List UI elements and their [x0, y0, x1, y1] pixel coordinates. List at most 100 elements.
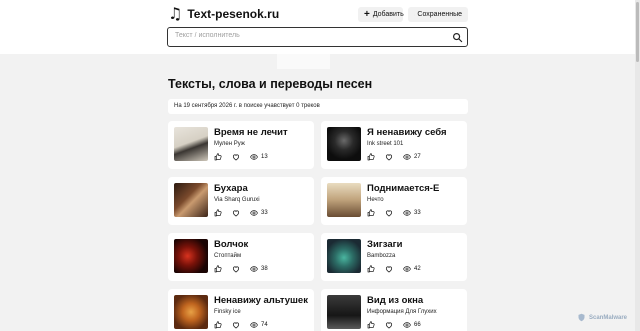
- song-cover-image[interactable]: [327, 239, 361, 273]
- song-actions: 27: [367, 153, 421, 161]
- like-icon[interactable]: [214, 153, 222, 161]
- song-title[interactable]: Я ненавижу себя: [367, 127, 447, 138]
- favorite-heart-icon[interactable]: [385, 209, 393, 217]
- song-title[interactable]: Время не лечит: [214, 127, 288, 138]
- site-header: ♫ Text-pesenok.ru + Добавить Сохраненные: [0, 0, 640, 54]
- song-actions: 66: [367, 321, 421, 329]
- song-card[interactable]: Ненавижу альтушек Finsky ice 74: [168, 289, 314, 331]
- favorite-heart-icon[interactable]: [385, 321, 393, 329]
- shield-icon: [578, 313, 585, 322]
- eye-icon: [250, 209, 258, 217]
- song-card[interactable]: Вид из окна Информация Для Глухих 66: [321, 289, 467, 331]
- song-card[interactable]: Волчок Стоптайм 38: [168, 233, 314, 281]
- site-logo[interactable]: ♫ Text-pesenok.ru: [168, 4, 280, 23]
- like-icon[interactable]: [367, 153, 375, 161]
- views-count: 74: [261, 322, 268, 328]
- views-counter: 38: [250, 265, 268, 273]
- music-note-icon: ♫: [168, 4, 183, 23]
- like-icon[interactable]: [367, 209, 375, 217]
- song-actions: 33: [367, 209, 421, 217]
- song-actions: 13: [214, 153, 268, 161]
- views-counter: 13: [250, 153, 268, 161]
- views-counter: 33: [403, 209, 421, 217]
- header-tab-strip: [277, 54, 330, 69]
- views-counter: 33: [250, 209, 268, 217]
- like-icon[interactable]: [214, 209, 222, 217]
- song-card[interactable]: Поднимается-Е Нечто 33: [321, 177, 467, 225]
- eye-icon: [403, 265, 411, 273]
- views-count: 38: [261, 266, 268, 272]
- song-artist[interactable]: Ink street 101: [367, 141, 403, 147]
- song-title[interactable]: Вид из окна: [367, 295, 423, 306]
- eye-icon: [250, 265, 258, 273]
- song-artist[interactable]: Bambozza: [367, 253, 395, 259]
- search-bar: [167, 27, 468, 47]
- song-actions: 74: [214, 321, 268, 329]
- favorite-heart-icon[interactable]: [232, 153, 240, 161]
- site-logo-text: Text-pesenok.ru: [187, 7, 280, 21]
- favorite-heart-icon[interactable]: [232, 209, 240, 217]
- song-actions: 38: [214, 265, 268, 273]
- scanmalware-watermark: ScanMalware: [577, 313, 627, 322]
- views-count: 27: [414, 154, 421, 160]
- views-counter: 74: [250, 321, 268, 329]
- search-input[interactable]: [175, 32, 445, 39]
- song-artist[interactable]: Мулен Руж: [214, 141, 245, 147]
- like-icon[interactable]: [214, 321, 222, 329]
- like-icon[interactable]: [214, 265, 222, 273]
- song-cover-image[interactable]: [174, 295, 208, 329]
- song-cover-image[interactable]: [327, 127, 361, 161]
- views-counter: 42: [403, 265, 421, 273]
- like-icon[interactable]: [367, 321, 375, 329]
- song-artist[interactable]: Нечто: [367, 197, 384, 203]
- song-artist[interactable]: Via Sharq Guruxi: [214, 197, 260, 203]
- song-card[interactable]: Время не лечит Мулен Руж 13: [168, 121, 314, 169]
- favorite-heart-icon[interactable]: [385, 265, 393, 273]
- song-card[interactable]: Бухара Via Sharq Guruxi 33: [168, 177, 314, 225]
- views-count: 13: [261, 154, 268, 160]
- tracks-info-bar: На 19 сентября 2026 г. в поиске учавству…: [168, 99, 468, 114]
- song-cover-image[interactable]: [174, 239, 208, 273]
- like-icon[interactable]: [367, 265, 375, 273]
- page-title: Тексты, слова и переводы песен: [168, 77, 373, 91]
- song-cover-image[interactable]: [174, 127, 208, 161]
- song-title[interactable]: Волчок: [214, 239, 248, 250]
- views-count: 42: [414, 266, 421, 272]
- song-actions: 42: [367, 265, 421, 273]
- song-title[interactable]: Бухара: [214, 183, 248, 194]
- search-icon[interactable]: [452, 32, 463, 43]
- eye-icon: [403, 209, 411, 217]
- scrollbar[interactable]: [635, 0, 640, 331]
- views-counter: 27: [403, 153, 421, 161]
- song-title[interactable]: Зигзаги: [367, 239, 402, 250]
- add-button-label: Добавить: [372, 11, 404, 18]
- song-artist[interactable]: Информация Для Глухих: [367, 309, 437, 315]
- song-title[interactable]: Поднимается-Е: [367, 183, 439, 194]
- scrollbar-thumb[interactable]: [636, 2, 639, 62]
- eye-icon: [403, 321, 411, 329]
- song-actions: 33: [214, 209, 268, 217]
- song-title[interactable]: Ненавижу альтушек: [214, 295, 308, 306]
- add-button[interactable]: + Добавить: [358, 7, 404, 22]
- watermark-text: ScanMalware: [589, 314, 628, 321]
- song-card[interactable]: Зигзаги Bambozza 42: [321, 233, 467, 281]
- favorite-heart-icon[interactable]: [232, 265, 240, 273]
- saved-button-label: Сохраненные: [417, 11, 462, 18]
- eye-icon: [403, 153, 411, 161]
- plus-icon: +: [364, 8, 370, 20]
- song-artist[interactable]: Finsky ice: [214, 309, 241, 315]
- song-artist[interactable]: Стоптайм: [214, 253, 241, 259]
- song-cover-image[interactable]: [327, 183, 361, 217]
- song-cover-image[interactable]: [174, 183, 208, 217]
- favorite-heart-icon[interactable]: [232, 321, 240, 329]
- saved-button[interactable]: Сохраненные: [408, 7, 468, 22]
- views-count: 33: [414, 210, 421, 216]
- views-counter: 66: [403, 321, 421, 329]
- song-card[interactable]: Я ненавижу себя Ink street 101 27: [321, 121, 467, 169]
- views-count: 33: [261, 210, 268, 216]
- eye-icon: [250, 321, 258, 329]
- eye-icon: [250, 153, 258, 161]
- favorite-heart-icon[interactable]: [385, 153, 393, 161]
- views-count: 66: [414, 322, 421, 328]
- song-cover-image[interactable]: [327, 295, 361, 329]
